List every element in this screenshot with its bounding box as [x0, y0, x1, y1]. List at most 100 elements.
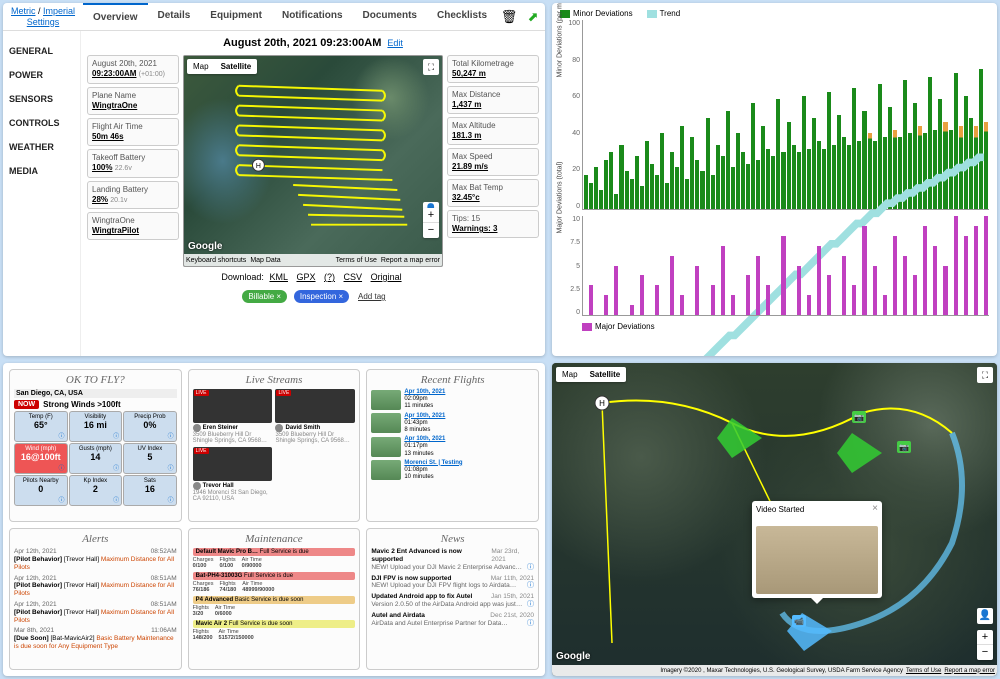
weather-cell[interactable]: Gusts (mph)14ⓘ	[69, 443, 123, 474]
tag-inspection[interactable]: Inspection ×	[294, 290, 349, 303]
location-text: San Diego, CA, USA	[14, 389, 177, 398]
sidenav-controls[interactable]: CONTROLS	[3, 111, 80, 135]
track-map-panel[interactable]: H 📷 📷 📹 Map Satellite ⛶ +− 👤 × Video Sta…	[552, 363, 997, 676]
alert-item[interactable]: Mar 8th, 202111:06AM[Due Soon] [Bat-Mavi…	[14, 627, 177, 650]
map-type-toggle[interactable]: Map Satellite	[187, 59, 257, 74]
stat-card[interactable]: Max Bat Temp32.45°c	[447, 179, 539, 207]
download-row: Download: KML GPX (?) CSV Original	[81, 267, 545, 287]
zoom-control[interactable]: +−	[423, 208, 439, 238]
recent-flight-item[interactable]: Apr 10th, 202101:17pm13 minutes	[371, 436, 534, 458]
stat-card[interactable]: WingtraOneWingtraPilot	[87, 212, 179, 240]
gpx-help[interactable]: (?)	[324, 272, 335, 282]
sidenav-power[interactable]: POWER	[3, 63, 80, 87]
zoom-out-icon[interactable]: −	[977, 645, 993, 660]
maptype-satellite[interactable]: Satellite	[215, 59, 258, 74]
widget-title: Live Streams	[193, 374, 356, 386]
stat-card[interactable]: August 20th, 202109:23:00AM (+01:00)	[87, 55, 179, 84]
zoom-out-icon[interactable]: −	[423, 223, 439, 238]
weather-cell[interactable]: Temp (F)65°ⓘ	[14, 411, 68, 442]
stat-card[interactable]: Flight Air Time50m 46s	[87, 118, 179, 146]
maintenance-item[interactable]: P4 Advanced Basic Service is due soonFli…	[193, 596, 356, 617]
alert-item[interactable]: Apr 12th, 202108:52AM[Pilot Behavior] [T…	[14, 548, 177, 571]
stat-card[interactable]: Plane NameWingtraOne	[87, 87, 179, 115]
news-widget: News Mavic 2 Ent Advanced is now support…	[366, 528, 539, 670]
sidenav-weather[interactable]: WEATHER	[3, 135, 80, 159]
unit-toggle[interactable]: Metric / Imperial Settings	[3, 4, 83, 30]
stat-card[interactable]: Total Kilometrage50,247 m	[447, 55, 539, 83]
trash-icon[interactable]: 🗑	[500, 8, 518, 26]
condition-text: Strong Winds >100ft	[43, 400, 121, 409]
stat-card[interactable]: Max Altitude181.3 m	[447, 117, 539, 145]
terms-link[interactable]: Terms of Use	[336, 257, 377, 264]
alert-item[interactable]: Apr 12th, 202108:51AM[Pilot Behavior] [T…	[14, 575, 177, 598]
news-item[interactable]: Autel and AirdataDec 21st, 2020AirData a…	[371, 612, 534, 628]
sidenav-sensors[interactable]: SENSORS	[3, 87, 80, 111]
video-icon[interactable]: 📹	[792, 615, 806, 627]
popup-thumbnail[interactable]	[756, 526, 878, 594]
maintenance-item[interactable]: Bat-PH4-31003G Full Service is dueCharge…	[193, 572, 356, 593]
stat-card[interactable]: Takeoff Battery100% 22.6v	[87, 149, 179, 178]
stream-item[interactable]: LIVETrevor Hall1946 Morenci St San Diego…	[193, 447, 273, 502]
news-item[interactable]: DJI FPV is now supportedMar 11th, 2021NE…	[371, 575, 534, 591]
tab-checklists[interactable]: Checklists	[427, 3, 497, 30]
fullscreen-icon[interactable]: ⛶	[423, 59, 439, 75]
tabs: Overview Details Equipment Notifications…	[83, 3, 497, 30]
report-link[interactable]: Report a map error	[944, 668, 995, 674]
weather-cell[interactable]: Visibility16 miⓘ	[69, 411, 123, 442]
stream-item[interactable]: LIVEEren Steiner3509 Blueberry Hill Dr S…	[193, 389, 273, 444]
weather-cell[interactable]: Wind (mph)16@100ftⓘ	[14, 443, 68, 474]
streetview-icon[interactable]: 👤	[977, 608, 993, 624]
kb-shortcuts[interactable]: Keyboard shortcuts	[186, 257, 246, 264]
recent-flight-item[interactable]: Morenci St. | Testing01:08pm10 minutes	[371, 460, 534, 482]
news-item[interactable]: Updated Android app to fix AutelJan 15th…	[371, 593, 534, 609]
maptype-satellite[interactable]: Satellite	[584, 367, 627, 382]
weather-cell[interactable]: Sats16ⓘ	[123, 475, 177, 506]
chart-legend-top: Minor Deviations Trend	[560, 9, 989, 18]
download-kml[interactable]: KML	[269, 272, 288, 282]
tag-billable[interactable]: Billable ×	[242, 290, 287, 303]
stat-card[interactable]: Max Distance1,437 m	[447, 86, 539, 114]
terms-link[interactable]: Terms of Use	[906, 668, 941, 674]
weather-cell[interactable]: Kp Index2ⓘ	[69, 475, 123, 506]
news-item[interactable]: Mavic 2 Ent Advanced is now supportedMar…	[371, 548, 534, 571]
sidenav-media[interactable]: MEDIA	[3, 159, 80, 183]
map-footer: Imagery ©2020 , Maxar Technologies, U.S.…	[552, 665, 997, 676]
camera-icon[interactable]: 📷	[897, 441, 911, 453]
stat-card[interactable]: Max Speed21.89 m/s	[447, 148, 539, 176]
maintenance-item[interactable]: Mavic Air 2 Full Service is due soonFlig…	[193, 620, 356, 641]
edit-link[interactable]: Edit	[387, 38, 403, 48]
share-icon[interactable]: ⬈	[524, 8, 542, 26]
tab-notifications[interactable]: Notifications	[272, 3, 353, 30]
recent-flight-item[interactable]: Apr 10th, 202101:43pm8 minutes	[371, 413, 534, 435]
stat-card[interactable]: Landing Battery28% 20.1v	[87, 181, 179, 210]
camera-icon[interactable]: 📷	[852, 411, 866, 423]
zoom-in-icon[interactable]: +	[977, 630, 993, 645]
map-type-toggle[interactable]: Map Satellite	[556, 367, 626, 382]
alert-item[interactable]: Apr 12th, 202108:51AM[Pilot Behavior] [T…	[14, 601, 177, 624]
fullscreen-icon[interactable]: ⛶	[977, 367, 993, 383]
map-data[interactable]: Map Data	[250, 257, 280, 264]
report-link[interactable]: Report a map error	[381, 257, 440, 264]
weather-cell[interactable]: Pilots Nearby0ⓘ	[14, 475, 68, 506]
maptype-map[interactable]: Map	[187, 59, 215, 74]
stream-item[interactable]: LIVEDavid Smith3509 Blueberry Hill Dr Sh…	[275, 389, 355, 444]
zoom-in-icon[interactable]: +	[423, 208, 439, 223]
zoom-control[interactable]: +−	[977, 630, 993, 660]
download-original[interactable]: Original	[371, 272, 402, 282]
tab-equipment[interactable]: Equipment	[200, 3, 272, 30]
tab-documents[interactable]: Documents	[353, 3, 427, 30]
close-icon[interactable]: ×	[872, 503, 878, 514]
tab-details[interactable]: Details	[148, 3, 201, 30]
download-csv[interactable]: CSV	[344, 272, 363, 282]
tab-overview[interactable]: Overview	[83, 3, 147, 30]
weather-cell[interactable]: Precip Prob0%ⓘ	[123, 411, 177, 442]
download-gpx[interactable]: GPX	[296, 272, 315, 282]
maptype-map[interactable]: Map	[556, 367, 584, 382]
stat-card[interactable]: Tips: 15Warnings: 3	[447, 210, 539, 238]
flight-map[interactable]: H Map Satellite ⛶ 👤 +− Google Keyboard s…	[183, 55, 443, 267]
recent-flight-item[interactable]: Apr 10th, 202102:09pm11 minutes	[371, 389, 534, 411]
add-tag-link[interactable]: Add tag	[358, 292, 386, 301]
weather-cell[interactable]: UV Index5ⓘ	[123, 443, 177, 474]
maintenance-item[interactable]: Default Mavic Pro B… Full Service is due…	[193, 548, 356, 569]
sidenav-general[interactable]: GENERAL	[3, 39, 80, 63]
